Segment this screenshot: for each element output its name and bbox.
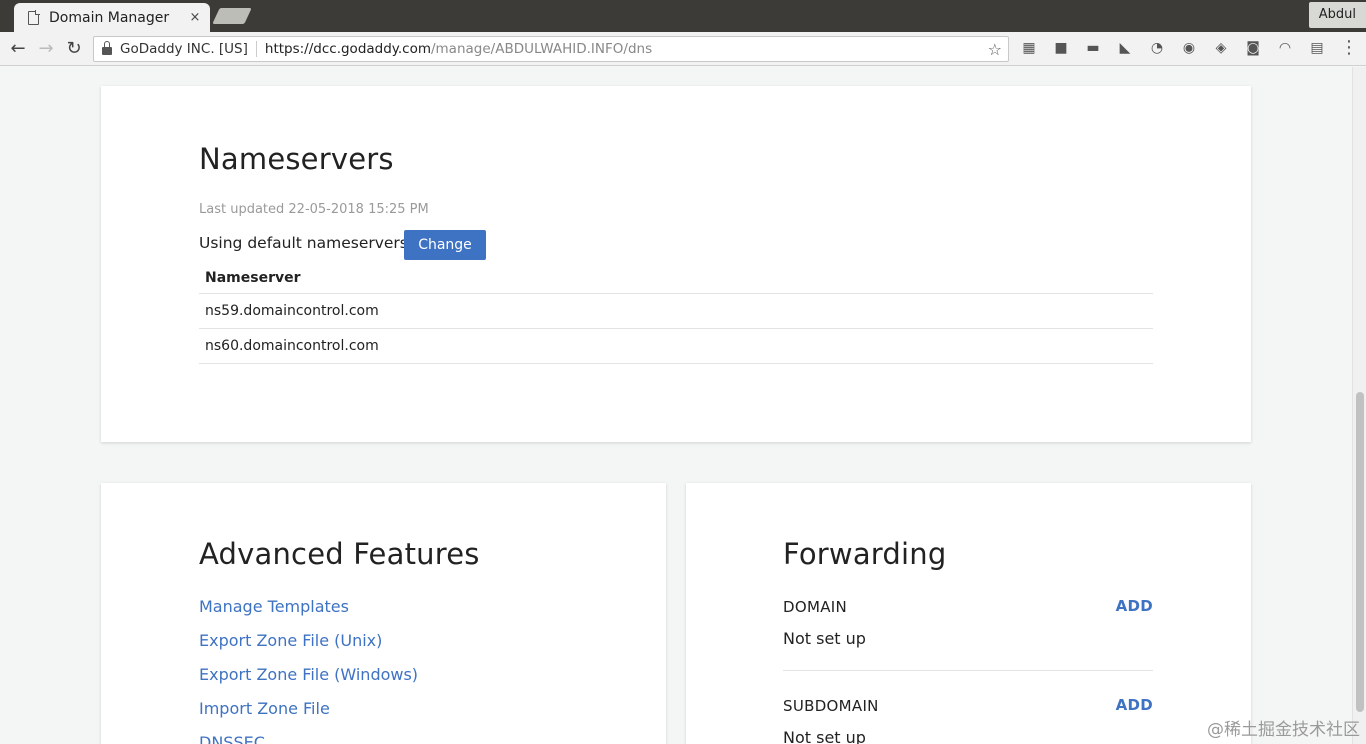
extensions-bar: ▦ ■ ▬ ◣ ◔ ◉ ◈ ◙ ◠ ▤ — [1018, 38, 1328, 58]
address-bar[interactable]: GoDaddy INC. [US] https://dcc.godaddy.co… — [93, 36, 1009, 62]
tab-close-icon[interactable]: × — [188, 10, 202, 25]
ext-cat-icon[interactable]: ◣ — [1114, 38, 1136, 58]
subdomain-status: Not set up — [783, 728, 866, 744]
ext-folder-icon[interactable]: ▬ — [1082, 38, 1104, 58]
advanced-features-card: Advanced Features Manage Templates Expor… — [101, 483, 666, 744]
forward-icon[interactable]: → — [32, 35, 60, 63]
change-button[interactable]: Change — [404, 230, 486, 260]
manage-templates-link[interactable]: Manage Templates — [199, 597, 349, 616]
watermark: @稀土掘金技术社区 — [1207, 720, 1360, 740]
ext-chart-icon[interactable]: ▤ — [1306, 38, 1328, 58]
subdomain-label: SUBDOMAIN — [783, 697, 879, 715]
menu-icon[interactable]: ⋮ — [1340, 38, 1358, 58]
nameserver-column-header: Nameserver — [199, 260, 1153, 294]
table-row: ns60.domaincontrol.com — [199, 329, 1153, 364]
forwarding-card: Forwarding DOMAIN ADD Not set up SUBDOMA… — [686, 483, 1251, 744]
profile-button[interactable]: Abdul — [1308, 2, 1366, 28]
scrollbar-thumb[interactable] — [1356, 392, 1364, 712]
divider — [783, 670, 1153, 671]
site-identity[interactable]: GoDaddy INC. [US] — [120, 41, 257, 57]
url-path: /manage/ABDULWAHID.INFO/dns — [430, 41, 653, 57]
table-row: ns59.domaincontrol.com — [199, 294, 1153, 329]
nameservers-title: Nameservers — [199, 142, 394, 176]
ext-gauge-icon[interactable]: ◠ — [1274, 38, 1296, 58]
page-icon — [28, 10, 40, 25]
ext-camera-icon[interactable]: ◙ — [1242, 38, 1264, 58]
url-host: https://dcc.godaddy.com — [264, 41, 431, 57]
nameserver-table: Nameserver ns59.domaincontrol.com ns60.d… — [199, 260, 1153, 364]
ext-page-icon[interactable]: ■ — [1050, 38, 1072, 58]
export-zone-unix-link[interactable]: Export Zone File (Unix) — [199, 631, 382, 650]
export-zone-windows-link[interactable]: Export Zone File (Windows) — [199, 665, 418, 684]
import-zone-file-link[interactable]: Import Zone File — [199, 699, 330, 718]
advanced-features-title: Advanced Features — [199, 537, 480, 571]
domain-label: DOMAIN — [783, 598, 848, 616]
window-titlebar: Domain Manager × Abdul — [0, 0, 1366, 32]
back-icon[interactable]: ← — [4, 35, 32, 63]
using-default-text: Using default nameservers — [199, 234, 408, 252]
page-scrollbar[interactable] — [1352, 67, 1366, 744]
bookmark-star-icon[interactable]: ☆ — [988, 40, 1002, 59]
browser-toolbar: ← → ↻ GoDaddy INC. [US] https://dcc.goda… — [0, 32, 1366, 66]
new-tab-button[interactable] — [212, 8, 252, 24]
ext-image-icon[interactable]: ▦ — [1018, 38, 1040, 58]
forwarding-title: Forwarding — [783, 537, 947, 571]
tab-domain-manager[interactable]: Domain Manager × — [14, 3, 210, 32]
ext-shield-icon[interactable]: ◈ — [1210, 38, 1232, 58]
reload-icon[interactable]: ↻ — [60, 35, 88, 63]
last-updated-text: Last updated 22-05-2018 15:25 PM — [199, 202, 429, 217]
subdomain-add-button[interactable]: ADD — [1116, 696, 1153, 714]
lock-icon — [102, 41, 112, 55]
nameservers-card: Nameservers Last updated 22-05-2018 15:2… — [101, 86, 1251, 442]
domain-status: Not set up — [783, 629, 866, 648]
dnssec-link[interactable]: DNSSEC — [199, 733, 265, 744]
tab-title: Domain Manager — [49, 9, 170, 26]
ext-globe-icon[interactable]: ◉ — [1178, 38, 1200, 58]
ext-mouse-icon[interactable]: ◔ — [1146, 38, 1168, 58]
domain-add-button[interactable]: ADD — [1116, 597, 1153, 615]
